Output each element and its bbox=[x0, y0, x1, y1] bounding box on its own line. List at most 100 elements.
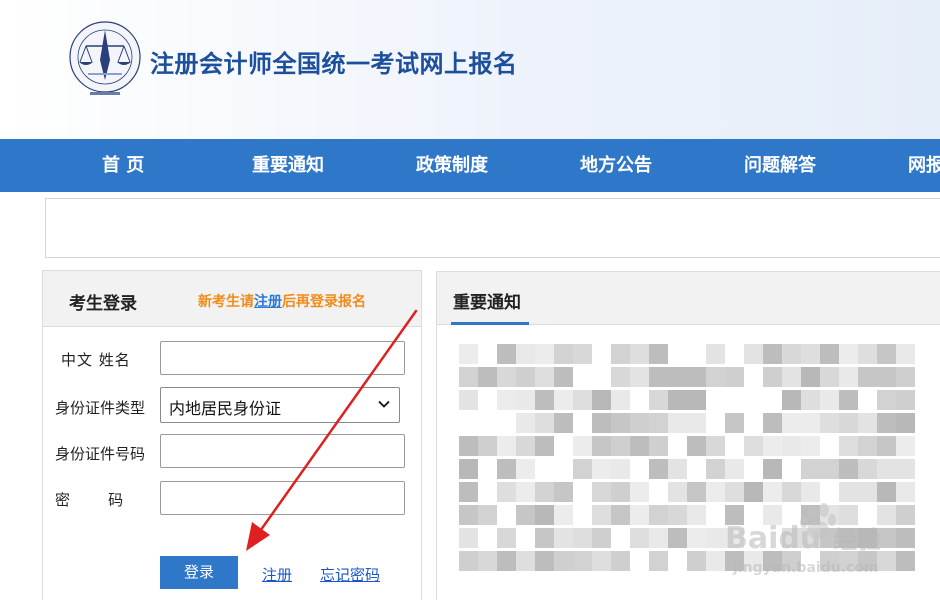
blurred-text-block bbox=[554, 413, 573, 433]
blurred-text-block bbox=[687, 505, 706, 525]
watermark-url: jingyan.baidu.com bbox=[732, 560, 879, 576]
blurred-text-block bbox=[459, 436, 478, 456]
blurred-text-block bbox=[896, 505, 915, 525]
blurred-text-block bbox=[592, 436, 611, 456]
blurred-text-block bbox=[535, 413, 554, 433]
blurred-text-block bbox=[896, 482, 915, 502]
tip-text-before: 新考生请 bbox=[198, 294, 254, 310]
blurred-text-block bbox=[516, 390, 535, 410]
blurred-text-block bbox=[573, 551, 592, 571]
blurred-text-block bbox=[668, 528, 687, 548]
forgot-password-link[interactable]: 忘记密码 bbox=[320, 564, 380, 585]
blurred-text-block bbox=[516, 551, 535, 571]
blurred-text-block bbox=[668, 413, 687, 433]
blurred-text-block bbox=[858, 344, 877, 364]
site-header: 注册会计师全国统一考试网上报名 bbox=[0, 0, 940, 139]
chevron-down-icon bbox=[378, 400, 390, 408]
blurred-text-block bbox=[687, 482, 706, 502]
blurred-text-block bbox=[573, 344, 592, 364]
baidu-jingyan-watermark: Baidu 经验 jingyan.baidu.com bbox=[725, 503, 881, 576]
blurred-text-block bbox=[630, 367, 649, 387]
blurred-text-block bbox=[611, 482, 630, 502]
blurred-text-block bbox=[649, 505, 668, 525]
blurred-text-block bbox=[459, 551, 478, 571]
nav-item-local-announcements[interactable]: 地方公告 bbox=[580, 139, 652, 192]
blurred-text-block bbox=[706, 344, 725, 364]
blurred-text-block bbox=[687, 413, 706, 433]
blurred-text-block bbox=[630, 505, 649, 525]
blurred-text-block bbox=[877, 390, 896, 410]
password-label: 密 码 bbox=[55, 491, 124, 509]
blurred-text-block bbox=[459, 390, 478, 410]
blurred-text-block bbox=[516, 436, 535, 456]
password-input[interactable] bbox=[160, 481, 405, 515]
blurred-text-block bbox=[877, 459, 896, 479]
login-panel: 考生登录 新考生请注册后再登录报名 中文 姓名 身份证件类型 内地居民身份证 身… bbox=[42, 270, 422, 600]
blurred-text-block bbox=[801, 390, 820, 410]
blurred-text-block bbox=[706, 551, 725, 571]
blurred-text-block bbox=[497, 551, 516, 571]
login-panel-header: 考生登录 新考生请注册后再登录报名 bbox=[43, 271, 421, 327]
blurred-text-block bbox=[611, 344, 630, 364]
blurred-text-block bbox=[839, 390, 858, 410]
blurred-text-block bbox=[497, 367, 516, 387]
blurred-text-block bbox=[877, 367, 896, 387]
nav-item-important-notices[interactable]: 重要通知 bbox=[252, 139, 324, 192]
blurred-text-block bbox=[478, 436, 497, 456]
blurred-text-block bbox=[725, 413, 744, 433]
nav-item-home[interactable]: 首 页 bbox=[102, 139, 144, 192]
blurred-text-block bbox=[706, 482, 725, 502]
blurred-text-block bbox=[573, 528, 592, 548]
blurred-text-block bbox=[744, 436, 763, 456]
blurred-text-block bbox=[763, 413, 782, 433]
blurred-text-block bbox=[554, 528, 573, 548]
blurred-text-block bbox=[839, 344, 858, 364]
nav-item-faq[interactable]: 问题解答 bbox=[744, 139, 816, 192]
blurred-text-block bbox=[554, 551, 573, 571]
blurred-text-block bbox=[611, 551, 630, 571]
blurred-text-block bbox=[782, 367, 801, 387]
tip-text-after: 后再登录报名 bbox=[282, 294, 366, 310]
register-link[interactable]: 注册 bbox=[262, 564, 292, 585]
blurred-text-block bbox=[668, 390, 687, 410]
site-title: 注册会计师全国统一考试网上报名 bbox=[150, 50, 518, 78]
blurred-text-block bbox=[687, 367, 706, 387]
blurred-text-block bbox=[535, 436, 554, 456]
new-candidate-tip: 新考生请注册后再登录报名 bbox=[198, 291, 366, 311]
blurred-text-block bbox=[763, 344, 782, 364]
blurred-text-block bbox=[782, 413, 801, 433]
blurred-text-block bbox=[497, 528, 516, 548]
blurred-text-block bbox=[573, 459, 592, 479]
blurred-text-block bbox=[478, 367, 497, 387]
blurred-text-block bbox=[535, 551, 554, 571]
blurred-text-block bbox=[858, 436, 877, 456]
cicpa-emblem-icon bbox=[69, 21, 141, 95]
blurred-text-block bbox=[820, 367, 839, 387]
nav-item-policies[interactable]: 政策制度 bbox=[416, 139, 488, 192]
blurred-text-block bbox=[820, 459, 839, 479]
blurred-text-block bbox=[554, 344, 573, 364]
blurred-text-block bbox=[801, 436, 820, 456]
id-number-input[interactable] bbox=[160, 434, 405, 468]
id-type-select[interactable]: 内地居民身份证 bbox=[160, 387, 400, 423]
name-input[interactable] bbox=[160, 341, 405, 375]
blurred-text-block bbox=[896, 413, 915, 433]
blurred-text-block bbox=[516, 482, 535, 502]
blurred-text-block bbox=[516, 344, 535, 364]
blurred-text-block bbox=[687, 390, 706, 410]
blurred-text-block bbox=[877, 436, 896, 456]
blurred-text-block bbox=[801, 459, 820, 479]
blurred-text-block bbox=[839, 436, 858, 456]
blurred-text-block bbox=[516, 413, 535, 433]
login-button[interactable]: 登录 bbox=[160, 556, 238, 589]
watermark-brand: Baidu bbox=[725, 521, 821, 556]
nav-item-online-registration[interactable]: 网报 bbox=[908, 139, 940, 192]
blurred-text-block bbox=[459, 344, 478, 364]
blurred-text-block bbox=[649, 436, 668, 456]
blurred-text-block bbox=[459, 528, 478, 548]
blurred-text-block bbox=[535, 367, 554, 387]
blurred-text-block bbox=[592, 505, 611, 525]
blurred-text-block bbox=[554, 367, 573, 387]
blurred-text-block bbox=[459, 459, 478, 479]
tip-register-link[interactable]: 注册 bbox=[254, 294, 282, 310]
